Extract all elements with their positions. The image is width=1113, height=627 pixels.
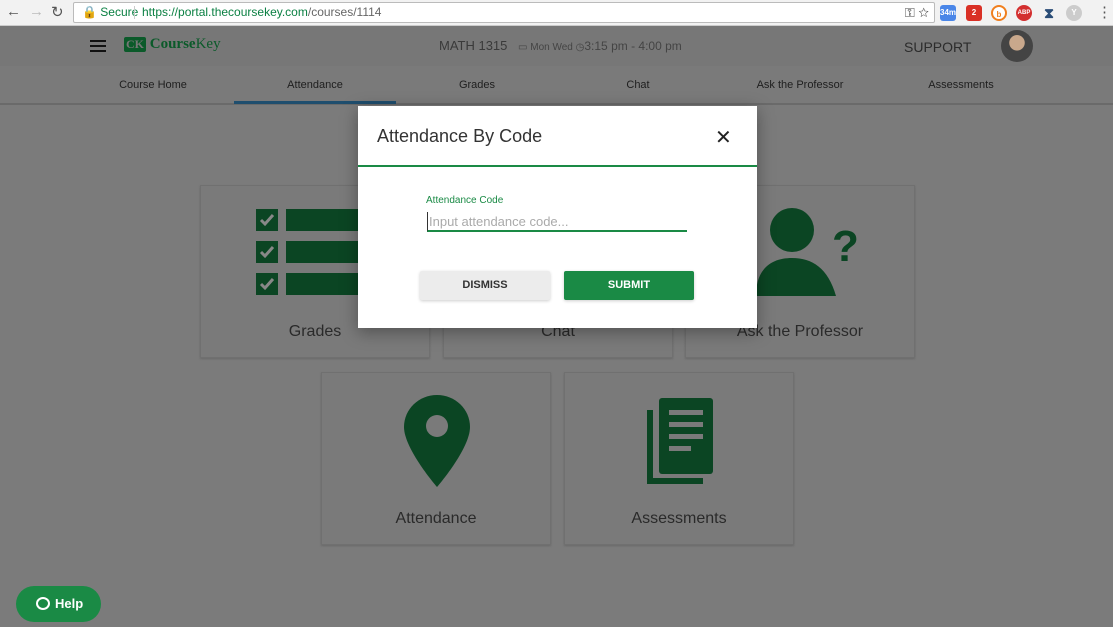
attendance-code-label: Attendance Code bbox=[426, 195, 504, 206]
close-icon[interactable]: ✕ bbox=[715, 125, 732, 150]
tab-ask-the-professor[interactable]: Ask the Professor bbox=[719, 66, 881, 104]
tab-chat[interactable]: Chat bbox=[557, 66, 719, 104]
tab-course-home[interactable]: Course Home bbox=[72, 66, 234, 104]
back-icon[interactable]: ← bbox=[6, 3, 21, 20]
hourglass-extension-icon[interactable]: ⧗ bbox=[1041, 5, 1057, 21]
documents-icon bbox=[647, 398, 713, 484]
help-button[interactable]: Help bbox=[16, 586, 101, 622]
support-link[interactable]: SUPPORT bbox=[904, 39, 971, 55]
dialog-title: Attendance By Code bbox=[377, 126, 543, 146]
card-label: Assessments bbox=[631, 510, 727, 527]
chat-bubble-icon bbox=[36, 597, 50, 610]
key-icon[interactable]: ⚿ bbox=[905, 5, 915, 20]
secure-indicator[interactable]: 🔒 Secure bbox=[82, 3, 138, 22]
calendar-icon: ▭ bbox=[518, 42, 528, 53]
y-extension-icon[interactable]: Y bbox=[1066, 5, 1082, 21]
calendar-extension-icon[interactable]: 34m bbox=[940, 5, 956, 21]
attendance-code-dialog: Attendance By Code ✕ Attendance Code DIS… bbox=[358, 106, 757, 328]
card-assessments[interactable]: Assessments bbox=[564, 372, 794, 545]
person-question-icon: ? bbox=[756, 208, 859, 296]
tab-assessments[interactable]: Assessments bbox=[880, 66, 1042, 104]
divider bbox=[358, 165, 757, 167]
tab-grades[interactable]: Grades bbox=[396, 66, 558, 104]
url-text: https://portal.thecoursekey.com/courses/… bbox=[142, 5, 382, 19]
reload-icon[interactable]: ↻ bbox=[51, 3, 64, 21]
svg-text:?: ? bbox=[832, 222, 859, 271]
attendance-code-input[interactable] bbox=[427, 212, 687, 232]
star-icon[interactable]: ☆ bbox=[918, 5, 929, 20]
card-attendance[interactable]: Attendance bbox=[321, 372, 551, 545]
menu-dots-icon[interactable]: ⋮ bbox=[1097, 3, 1112, 21]
address-bar[interactable]: 🔒 Secure https://portal.thecoursekey.com… bbox=[73, 2, 935, 23]
browser-toolbar: ← → ↻ 🔒 Secure https://portal.thecoursek… bbox=[0, 0, 1113, 26]
course-tabs: Course Home Attendance Grades Chat Ask t… bbox=[0, 66, 1113, 105]
map-pin-icon bbox=[404, 395, 470, 487]
adblock-extension-icon[interactable]: ABP bbox=[1016, 5, 1032, 21]
card-label: Attendance bbox=[395, 510, 477, 527]
hamburger-menu-icon[interactable] bbox=[90, 40, 106, 55]
coursekey-logo[interactable]: CK CourseKey bbox=[124, 36, 221, 53]
b-extension-icon[interactable]: b bbox=[991, 5, 1007, 21]
forward-icon[interactable]: → bbox=[29, 3, 44, 20]
course-name: MATH 1315 bbox=[439, 38, 508, 53]
tab-attendance[interactable]: Attendance bbox=[234, 66, 396, 104]
submit-button[interactable]: SUBMIT bbox=[564, 271, 694, 300]
gmail-extension-icon[interactable]: 2 bbox=[966, 5, 982, 21]
key-star-icons: ⚿ ☆ bbox=[905, 3, 929, 22]
dismiss-button[interactable]: DISMISS bbox=[420, 271, 550, 300]
course-schedule: ▭ Mon Wed ◷3:15 pm - 4:00 pm bbox=[518, 39, 682, 53]
avatar[interactable] bbox=[1001, 30, 1033, 62]
divider bbox=[134, 6, 135, 19]
app-header: CK CourseKey MATH 1315 ▭ Mon Wed ◷3:15 p… bbox=[0, 26, 1113, 66]
